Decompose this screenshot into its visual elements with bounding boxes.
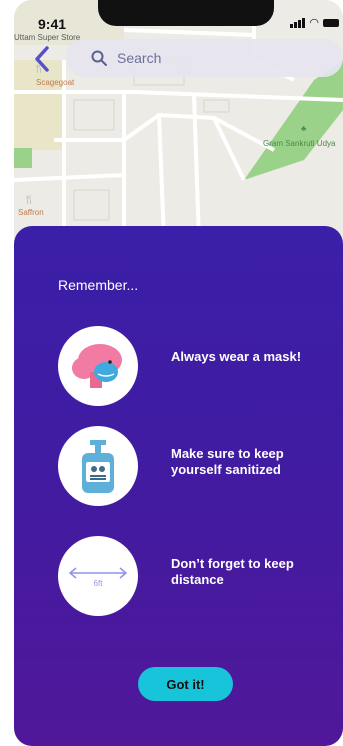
notch [98,0,274,26]
tip-distance-line1: Don’t forget to keep [171,556,294,571]
park-icon: ♣ [301,124,307,133]
tip-mask: Always wear a mask! [58,326,338,406]
map-label-park: Gram Sankruti Udya [263,139,336,148]
chevron-left-icon [35,46,49,72]
map-label-saffron: Saffron [18,208,44,217]
tip-sanitizer-text: Make sure to keep yourself sanitized [171,446,331,478]
safety-tips-sheet: Remember... Always wear a mask! Make sur… [14,226,343,746]
back-button[interactable] [34,46,50,77]
search-icon [91,50,107,66]
phone-screen: Uttam Super Store 🍴 Scagegoat ♣ Gram San… [14,0,343,746]
got-it-button[interactable]: Got it! [138,667,233,701]
tip-distance: 6ft Don’t forget to keep distance [58,536,338,616]
tip-sanitizer: Make sure to keep yourself sanitized [58,426,338,506]
status-icons: ◠ [290,16,339,29]
distance-badge: 6ft [93,579,103,588]
sanitizer-illustration [58,426,138,506]
search-bar[interactable]: Search [66,39,343,77]
restaurant-icon: 🍴 [24,195,34,204]
mask-illustration [58,326,138,406]
tip-sanitizer-line2: yourself sanitized [171,462,281,477]
map-view[interactable]: Uttam Super Store 🍴 Scagegoat ♣ Gram San… [14,0,343,240]
map-label-store: Uttam Super Store [14,33,81,42]
sheet-heading: Remember... [58,277,139,293]
wifi-icon: ◠ [309,17,319,29]
battery-icon [323,18,339,27]
distance-illustration: 6ft [58,536,138,616]
tip-sanitizer-line1: Make sure to keep [171,446,284,461]
signal-icon [290,17,306,28]
sanitizer-bottle-icon [82,440,114,493]
tip-distance-line2: distance [171,572,224,587]
tip-distance-text: Don’t forget to keep distance [171,556,331,588]
search-placeholder: Search [117,50,162,66]
mask-face-icon [72,344,122,388]
map-label-scagegoat: Scagegoat [36,78,75,87]
tip-mask-text: Always wear a mask! [171,349,302,364]
status-time: 9:41 [38,16,67,32]
